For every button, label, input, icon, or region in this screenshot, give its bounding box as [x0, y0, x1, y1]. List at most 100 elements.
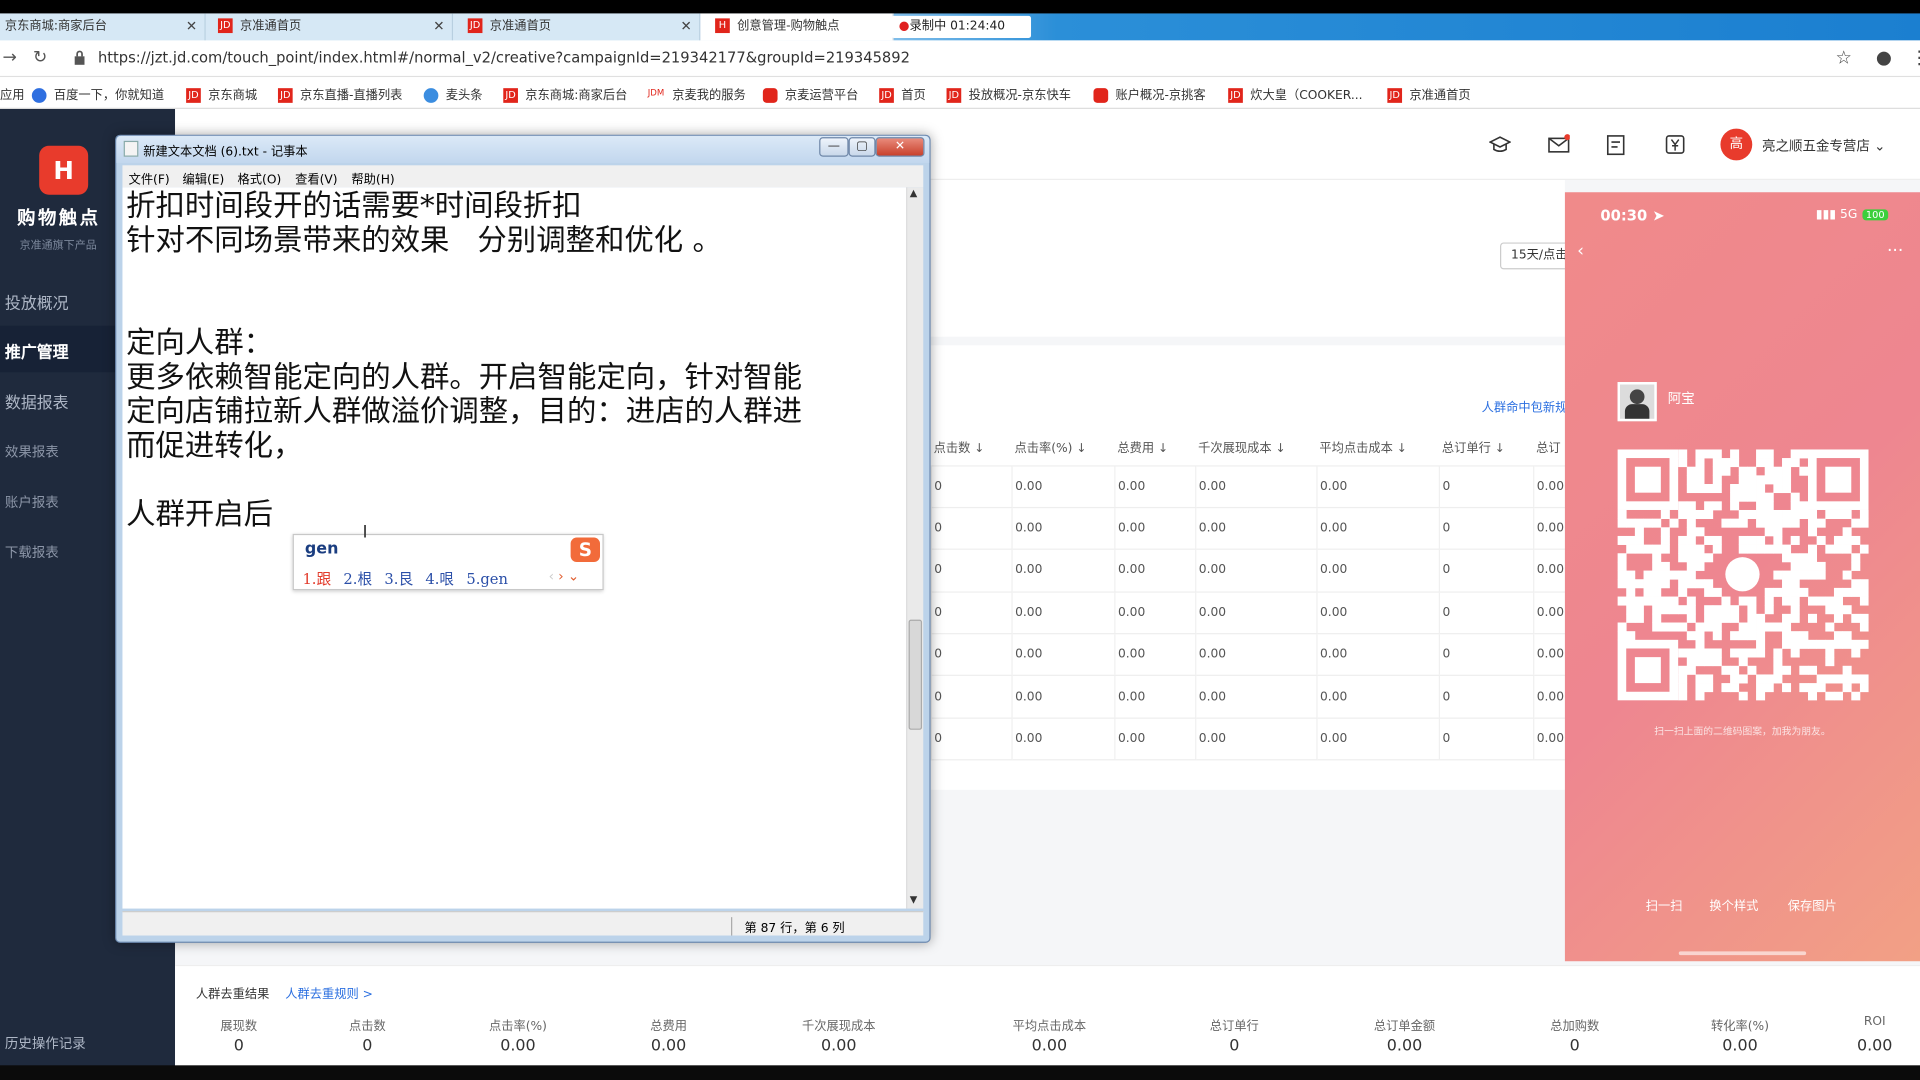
- qr-module: [1686, 579, 1696, 589]
- menu-icon[interactable]: ⋮: [1910, 47, 1920, 69]
- bookmark-item[interactable]: 麦头条: [423, 84, 482, 103]
- menu-help[interactable]: 帮助(H): [351, 169, 394, 187]
- bookmark-item[interactable]: JD 京准通首页: [1387, 84, 1471, 103]
- menu-format[interactable]: 格式(O): [238, 169, 282, 187]
- bookmark-item[interactable]: JD 炊大皇（COOKER...: [1228, 84, 1363, 103]
- bookmark-item[interactable]: JD 京东直播-直播列表: [277, 84, 402, 103]
- table-row[interactable]: 0 0.00 0.00 0.00 0.00 0 0.00: [930, 465, 1571, 509]
- browser-tab-active[interactable]: H 创意管理-购物触点: [700, 13, 894, 41]
- qr-module: [1678, 648, 1688, 658]
- bookmark-item[interactable]: JDM 京麦我的服务: [647, 84, 746, 103]
- close-icon[interactable]: ✕: [681, 13, 692, 40]
- table-row[interactable]: 0 0.00 0.00 0.00 0.00 0 0.00: [930, 549, 1571, 593]
- window-title: 新建文本文档 (6).txt - 记事本: [143, 145, 308, 160]
- qr-module: [1859, 579, 1869, 589]
- minimize-button[interactable]: —: [819, 137, 849, 157]
- qr-module: [1678, 579, 1688, 589]
- table-row[interactable]: 0 0.00 0.00 0.00 0.00 0 0.00: [930, 717, 1571, 761]
- bookmark-item[interactable]: 账户概况-京挑客: [1093, 84, 1206, 103]
- vertical-scrollbar[interactable]: ▲ ▼: [906, 187, 924, 909]
- change-style-button[interactable]: 换个样式: [1709, 895, 1758, 913]
- browser-tab[interactable]: 京东商城:商家后台 ✕: [0, 13, 206, 41]
- bookmark-item[interactable]: JD 京东商城: [186, 84, 257, 103]
- shop-name-dropdown[interactable]: 亮之顺五金专营店 ⌄: [1762, 136, 1885, 156]
- menu-edit[interactable]: 编辑(E): [182, 169, 224, 187]
- qr-module: [1790, 579, 1800, 589]
- sidebar-item-overview[interactable]: 投放概况: [5, 290, 69, 313]
- ime-page-nav[interactable]: ‹ › ⌄: [549, 568, 580, 584]
- bookmark-item[interactable]: JD 投放概况-京东快车: [946, 84, 1071, 103]
- back-icon[interactable]: ‹: [1577, 241, 1584, 261]
- column-header[interactable]: 千次展现成本 ↓: [1195, 428, 1317, 466]
- ime-candidate[interactable]: 5.gen: [466, 571, 508, 588]
- qr-module: [1730, 492, 1740, 502]
- ime-candidate[interactable]: 1.跟: [302, 571, 331, 588]
- url-input[interactable]: https://jzt.jd.com/touch_point/index.htm…: [98, 49, 910, 66]
- column-header[interactable]: 总订单行 ↓: [1439, 428, 1534, 466]
- ime-candidate[interactable]: 3.艮: [384, 571, 413, 588]
- close-button[interactable]: ✕: [875, 137, 925, 157]
- close-icon[interactable]: ✕: [433, 13, 444, 40]
- maximize-button[interactable]: ▢: [848, 137, 876, 157]
- scroll-down-icon[interactable]: ▼: [910, 894, 918, 905]
- qr-module: [1859, 596, 1869, 606]
- bookmark-item[interactable]: 百度一下，你就知道: [31, 84, 164, 103]
- table-cell: 0: [1438, 717, 1534, 761]
- scroll-up-icon[interactable]: ▲: [910, 187, 918, 198]
- bookmark-item[interactable]: 京麦运营平台: [762, 84, 858, 103]
- reload-icon[interactable]: ↻: [33, 48, 47, 68]
- sidebar-item-download-report[interactable]: 下载报表: [5, 542, 59, 562]
- ime-candidate[interactable]: 4.哏: [425, 571, 454, 588]
- table-row[interactable]: 0 0.00 0.00 0.00 0.00 0 0.00: [930, 591, 1571, 635]
- mail-icon[interactable]: [1548, 133, 1570, 155]
- save-image-button[interactable]: 保存图片: [1788, 895, 1837, 913]
- column-header[interactable]: 平均点击成本 ↓: [1316, 428, 1440, 466]
- column-header[interactable]: 点击数 ↓: [931, 428, 1013, 466]
- column-header[interactable]: 总费用 ↓: [1114, 428, 1196, 466]
- browser-tab[interactable]: JD 京准通首页 ✕: [453, 13, 701, 41]
- avatar[interactable]: 高: [1720, 128, 1753, 161]
- close-icon[interactable]: ✕: [186, 13, 197, 40]
- ime-candidate[interactable]: 2.根: [343, 571, 372, 588]
- scan-button[interactable]: 扫一扫: [1646, 895, 1683, 913]
- qr-module: [1626, 570, 1636, 580]
- table-row[interactable]: 0 0.00 0.00 0.00 0.00 0 0.00: [930, 507, 1571, 551]
- chevron-left-icon[interactable]: ‹: [549, 568, 554, 584]
- column-header[interactable]: 点击率(%) ↓: [1012, 428, 1115, 466]
- edit-doc-icon[interactable]: [1605, 133, 1627, 156]
- qr-module: [1807, 639, 1818, 649]
- qr-module: [1738, 518, 1748, 528]
- audience-hit-link[interactable]: 人群命中包新规: [1482, 397, 1568, 415]
- bookmark-item[interactable]: JD 首页: [879, 84, 926, 103]
- sidebar-item-account-report[interactable]: 账户报表: [5, 492, 59, 512]
- menu-file[interactable]: 文件(F): [129, 169, 170, 187]
- sidebar-item-effect-report[interactable]: 效果报表: [5, 442, 59, 462]
- table-row[interactable]: 0 0.00 0.00 0.00 0.00 0 0.00: [930, 633, 1571, 677]
- ime-candidate-window: gen S 1.跟 2.根 3.艮 4.哏 5.gen ‹ › ⌄: [292, 533, 604, 591]
- forward-icon[interactable]: →: [2, 48, 16, 68]
- account-icon[interactable]: ●: [1876, 47, 1892, 69]
- history-link[interactable]: 历史操作记录: [5, 1033, 86, 1053]
- bookmark-star-icon[interactable]: ☆: [1836, 47, 1852, 69]
- qr-module: [1695, 458, 1705, 468]
- qr-module: [1790, 587, 1800, 597]
- qr-module: [1704, 683, 1714, 693]
- dedup-rule-link[interactable]: 人群去重规则 >: [285, 983, 373, 1001]
- menu-view[interactable]: 查看(V): [295, 169, 337, 187]
- browser-tab[interactable]: JD 京准通首页 ✕: [205, 13, 454, 41]
- bookmark-item[interactable]: 应用: [0, 84, 24, 102]
- sidebar-item-reports[interactable]: 数据报表: [5, 389, 69, 412]
- date-range-select[interactable]: 15天/点击: [1500, 242, 1574, 270]
- table-row[interactable]: 0 0.00 0.00 0.00 0.00 0 0.00: [930, 675, 1571, 719]
- qr-module: [1764, 622, 1774, 632]
- notepad-titlebar[interactable]: 新建文本文档 (6).txt - 记事本 — ▢ ✕: [116, 135, 930, 163]
- bookmark-item[interactable]: JD 京东商城:商家后台: [503, 84, 627, 103]
- more-icon[interactable]: ···: [1887, 241, 1903, 261]
- yuan-icon[interactable]: [1664, 133, 1686, 155]
- qr-module: [1730, 449, 1740, 459]
- graduation-cap-icon[interactable]: [1488, 133, 1512, 155]
- scrollbar-thumb[interactable]: [908, 619, 923, 730]
- table-cell: 0.00: [1316, 675, 1440, 719]
- qr-module: [1790, 458, 1800, 468]
- sidebar-item-promotion[interactable]: 推广管理: [5, 339, 69, 362]
